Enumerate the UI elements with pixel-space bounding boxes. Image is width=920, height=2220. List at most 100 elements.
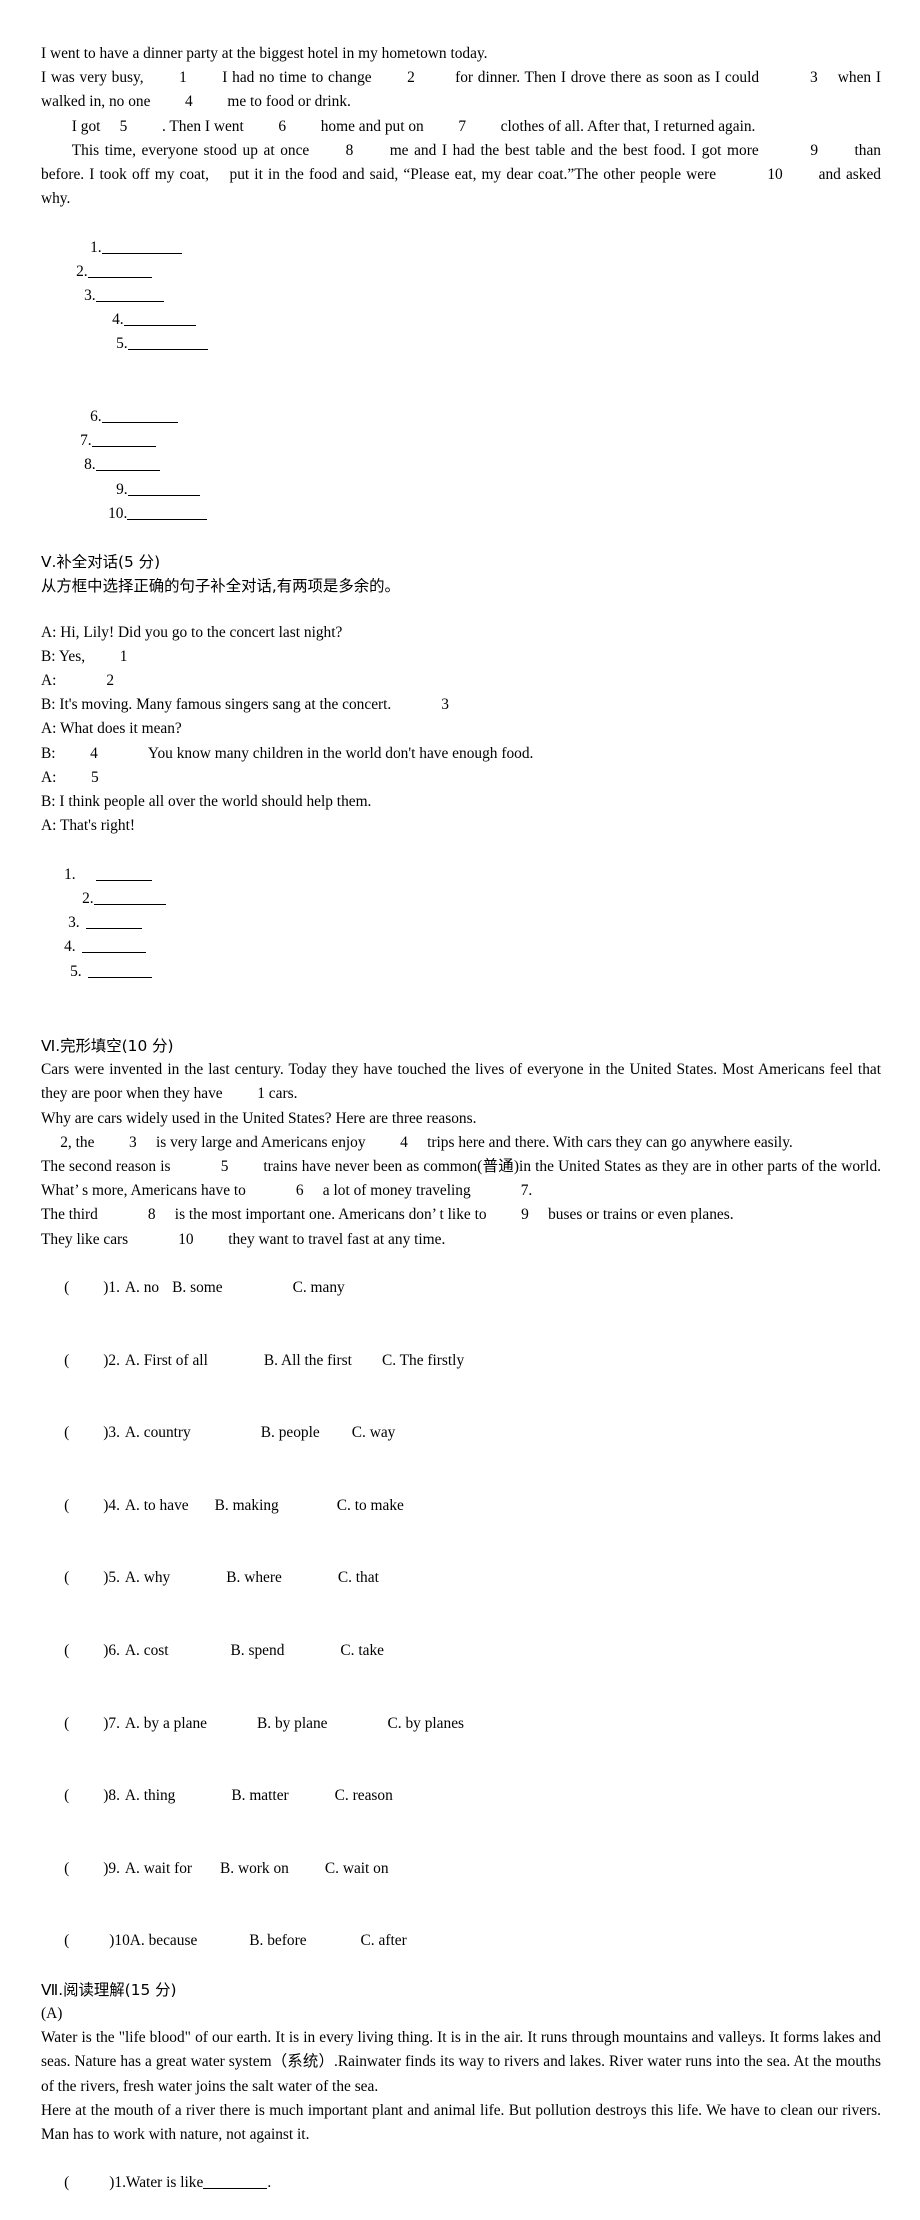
option-c[interactable]: C. way (352, 1424, 396, 1441)
passage-line-2: I was very busy, 1 I had no time to chan… (41, 69, 885, 111)
dialogue-answer-label-2: 2. (82, 889, 94, 907)
cloze-line-4: The second reason is 5 trains have never… (41, 1157, 885, 1200)
cloze-line-2: Why are cars widely used in the United S… (41, 1109, 477, 1127)
dialogue-answer-blank-2[interactable] (93, 889, 166, 905)
option-number: 7. (108, 1714, 120, 1732)
option-a[interactable]: A. wait for (125, 1860, 192, 1877)
option-a[interactable]: A. why (125, 1569, 170, 1586)
dialogue-line-9: A: That's right! (41, 817, 135, 835)
answer-blank-5[interactable] (127, 335, 208, 351)
option-a[interactable]: A. First of all (125, 1352, 208, 1369)
option-c[interactable]: C. wait on (325, 1860, 389, 1877)
option-number: 5. (108, 1569, 120, 1587)
dialogue-line-4: B: It's moving. Many famous singers sang… (41, 696, 449, 714)
section-vi-heading: Ⅵ.完形填空(10 分) (41, 1036, 174, 1055)
answer-blank-3[interactable] (95, 286, 164, 303)
section-v-instruction: 从方框中选择正确的句子补全对话,有两项是多余的。 (41, 577, 400, 596)
answer-blank-2[interactable] (87, 262, 152, 278)
answer-blank-6[interactable] (101, 407, 178, 424)
dialogue-line-7: A: 5 (41, 768, 99, 786)
option-c[interactable]: C. take (340, 1642, 384, 1659)
option-c[interactable]: C. to make (337, 1497, 404, 1514)
option-number: 1. (108, 1278, 120, 1296)
document-body: I went to have a dinner party at the big… (41, 42, 881, 2220)
dialogue-answer-blank-5[interactable] (87, 962, 152, 978)
dialogue-line-1: A: Hi, Lily! Did you go to the concert l… (41, 623, 343, 641)
answer-blank-10[interactable] (127, 504, 208, 520)
option-number: 2. (108, 1351, 120, 1369)
cloze-option-row[interactable]: ()6. A. cost B. spend C. take (41, 1615, 881, 1688)
answer-label-9: 9. (116, 480, 128, 498)
dialogue-answer-blank-3[interactable] (85, 913, 142, 930)
dialogue-answer-row: 1. 2. 3. 4. 5. (41, 839, 881, 1008)
answer-blank-4[interactable] (123, 311, 196, 327)
option-c[interactable]: C. many (293, 1279, 345, 1296)
cloze-option-row[interactable]: ()10A. because B. before C. after (41, 1905, 881, 1978)
option-c[interactable]: C. reason (335, 1787, 393, 1804)
option-c[interactable]: C. after (361, 1932, 407, 1949)
option-number: 10 (114, 1932, 130, 1950)
answer-row-1: 1. 2. 3. 4. 5. (41, 211, 881, 380)
dialogue-answer-label-4: 4. (64, 938, 76, 956)
answer-blank-7[interactable] (91, 432, 156, 448)
answer-label-10: 10. (108, 504, 128, 522)
cloze-option-row[interactable]: ()7. A. by a plane B. by plane C. by planes (41, 1687, 881, 1760)
question-answer-blank[interactable] (203, 2174, 268, 2190)
option-paren-open: ( (64, 1278, 70, 1296)
cloze-line-3: 2, the 3 is very large and Americans enj… (41, 1133, 793, 1151)
cloze-option-row[interactable]: ()3. A. country B. people C. way (41, 1397, 881, 1470)
dialogue-answer-label-5: 5. (70, 962, 82, 980)
cloze-option-row[interactable]: ()4. A. to have B. making C. to make (41, 1470, 881, 1543)
option-b[interactable]: B. by plane (257, 1715, 328, 1732)
option-c[interactable]: C. The firstly (382, 1352, 464, 1369)
option-b[interactable]: B. matter (231, 1787, 288, 1804)
option-number: 6. (108, 1642, 120, 1659)
answer-label-4: 4. (112, 311, 124, 329)
option-paren-open: ( (64, 1714, 70, 1732)
cloze-option-row[interactable]: ()9. A. wait for B. work on C. wait on (41, 1833, 881, 1906)
cloze-option-row[interactable]: ()8. A. thing B. matter C. reason (41, 1760, 881, 1833)
option-a[interactable]: A. thing (125, 1787, 175, 1804)
dialogue-line-6: B: 4 You know many children in the world… (41, 744, 534, 762)
option-b[interactable]: B. before (249, 1932, 306, 1949)
option-b[interactable]: B. people (261, 1424, 320, 1441)
option-a[interactable]: A. country (125, 1424, 191, 1441)
dialogue-answer-label-3: 3. (68, 914, 80, 932)
section-vii-part-label: (A) (41, 2005, 63, 2023)
answer-label-7: 7. (80, 432, 92, 450)
reading-question-1[interactable]: ()1.Water is like. (41, 2147, 881, 2220)
cloze-option-row[interactable]: ()2. A. First of all B. All the first C. Th… (41, 1324, 881, 1397)
option-b[interactable]: B. All the first (264, 1352, 352, 1369)
option-a[interactable]: A. because (130, 1932, 198, 1949)
option-a[interactable]: A. no (125, 1279, 159, 1296)
dialogue-line-8: B: I think people all over the world sho… (41, 793, 372, 811)
worksheet-page: I went to have a dinner party at the big… (0, 0, 920, 2191)
option-a[interactable]: A. cost (125, 1642, 169, 1659)
question-text-after: . (267, 2174, 272, 2192)
option-b[interactable]: B. some (172, 1279, 222, 1296)
option-number: 3. (108, 1424, 120, 1442)
cloze-option-row[interactable]: ()1. A. no B. some C. many (41, 1252, 881, 1325)
option-b[interactable]: B. where (226, 1569, 282, 1586)
cloze-line-5: The third 8 is the most important one. A… (41, 1206, 734, 1224)
answer-blank-8[interactable] (95, 456, 160, 472)
option-c[interactable]: C. by planes (388, 1715, 465, 1732)
answer-label-2: 2. (76, 262, 88, 280)
option-paren-open: ( (64, 1569, 70, 1587)
option-b[interactable]: B. spend (231, 1642, 285, 1659)
answer-blank-1[interactable] (101, 238, 182, 254)
dialogue-answer-blank-1[interactable] (95, 865, 152, 881)
cloze-option-row[interactable]: ()5. A. why B. where C. that (41, 1542, 881, 1615)
option-paren-open: ( (64, 1424, 70, 1442)
dialogue-answer-blank-4[interactable] (81, 938, 146, 954)
answer-label-8: 8. (84, 456, 96, 474)
section-v-heading: Ⅴ.补全对话(5 分) (41, 553, 161, 572)
option-a[interactable]: A. by a plane (125, 1715, 207, 1732)
option-a[interactable]: A. to have (125, 1497, 189, 1514)
answer-blank-9[interactable] (127, 480, 200, 496)
dialogue-line-5: A: What does it mean? (41, 720, 182, 738)
option-b[interactable]: B. making (215, 1497, 279, 1514)
option-b[interactable]: B. work on (220, 1860, 289, 1877)
option-number: 8. (108, 1787, 120, 1805)
option-c[interactable]: C. that (338, 1569, 379, 1586)
